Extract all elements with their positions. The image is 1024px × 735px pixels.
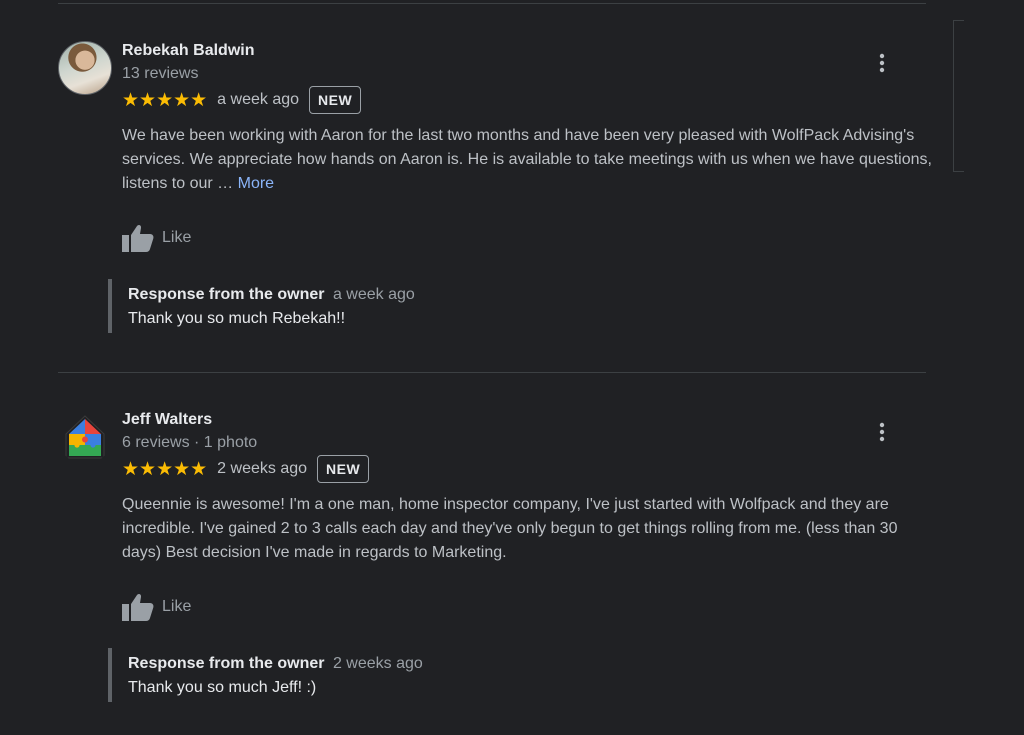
review-card: Rebekah Baldwin 13 reviews ★★★★★ a week … [58, 41, 932, 341]
avatar[interactable] [58, 410, 112, 464]
top-divider [58, 3, 926, 4]
more-vert-icon [879, 422, 885, 442]
review-author-meta: 13 reviews [122, 65, 199, 82]
review-date: a week ago [217, 91, 300, 108]
owner-response-text: Thank you so much Rebekah!! [128, 310, 346, 327]
owner-response-date: a week ago [332, 286, 415, 303]
more-vert-icon [879, 53, 885, 73]
thumbs-up-icon [122, 224, 154, 252]
review-author-meta: 6 reviews · 1 photo [122, 434, 258, 451]
like-label: Like [162, 229, 192, 246]
owner-response-text: Thank you so much Jeff! :) [128, 679, 317, 696]
rating-row: ★★★★★ a week ago NEW [122, 85, 362, 115]
new-badge: NEW [309, 86, 362, 114]
house-puzzle-icon [65, 415, 105, 459]
review-date: 2 weeks ago [217, 460, 308, 477]
star-rating: ★★★★★ [122, 89, 208, 111]
like-button[interactable]: Like [122, 223, 191, 253]
thumbs-up-icon [122, 593, 154, 621]
star-rating: ★★★★★ [122, 458, 208, 480]
review-author[interactable]: Jeff Walters [122, 411, 212, 429]
review-card: Jeff Walters 6 reviews · 1 photo ★★★★★ 2… [58, 410, 928, 710]
review-divider [58, 372, 926, 373]
owner-response-date: 2 weeks ago [332, 655, 423, 672]
review-text: We have been working with Aaron for the … [122, 124, 932, 196]
like-button[interactable]: Like [122, 592, 191, 622]
review-more-menu[interactable] [870, 420, 894, 444]
avatar[interactable] [58, 41, 112, 95]
owner-response: Response from the owner a week ago Thank… [108, 279, 888, 333]
review-more-menu[interactable] [870, 51, 894, 75]
new-badge: NEW [317, 455, 370, 483]
review-text: Queennie is awesome! I'm a one man, home… [122, 496, 898, 561]
scrollbar-track[interactable] [953, 20, 964, 172]
review-author[interactable]: Rebekah Baldwin [122, 42, 254, 60]
like-label: Like [162, 598, 192, 615]
owner-response-title: Response from the owner [128, 286, 325, 303]
rating-row: ★★★★★ 2 weeks ago NEW [122, 454, 370, 484]
owner-response: Response from the owner 2 weeks ago Than… [108, 648, 888, 702]
owner-response-title: Response from the owner [128, 655, 325, 672]
owner-response-header: Response from the owner 2 weeks ago [128, 653, 888, 675]
owner-response-header: Response from the owner a week ago [128, 284, 888, 306]
more-link[interactable]: More [238, 175, 274, 192]
